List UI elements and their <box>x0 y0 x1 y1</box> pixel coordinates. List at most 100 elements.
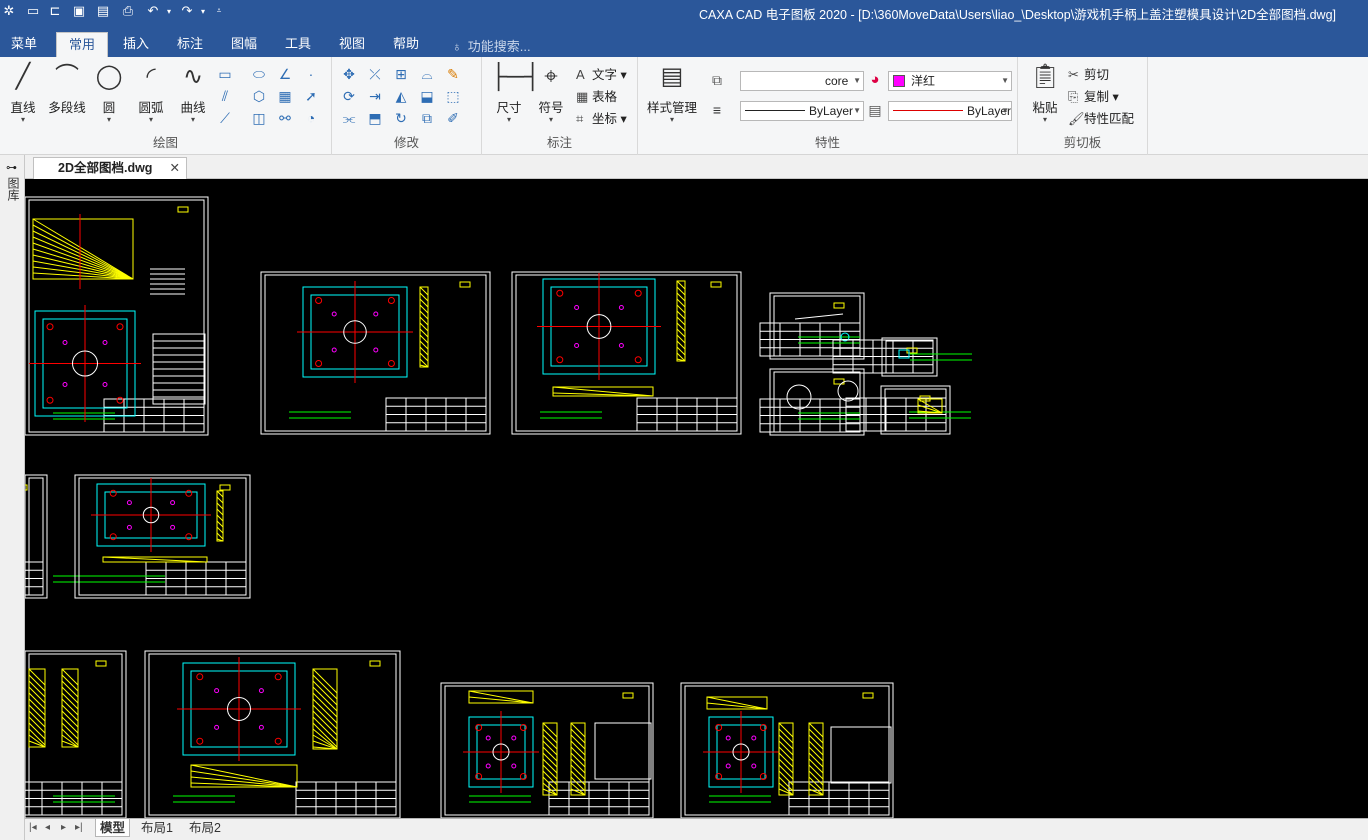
hatch-line <box>542 734 558 750</box>
first-layout-icon[interactable]: |◂ <box>29 822 37 833</box>
sheet-part-a <box>769 292 865 360</box>
polygon-icon[interactable]: ⬡ <box>250 87 268 105</box>
new-file-icon[interactable]: ▭ <box>24 2 42 20</box>
trim-icon[interactable]: ⤫ <box>366 65 384 83</box>
table-button[interactable]: ▦ 表格 <box>576 86 617 105</box>
dimension-button[interactable]: ├─┤ 尺寸 ▾ <box>490 61 541 124</box>
brush-icon: 🖌︎ <box>1068 111 1085 126</box>
paste-dropdown-icon: ▾ <box>1042 115 1047 124</box>
arrow-pointer-icon[interactable]: ➚ <box>302 87 320 105</box>
layer-manager-icon[interactable]: ⧉ <box>708 71 726 89</box>
coordinate-button[interactable]: ⌗ 坐标 ▾ <box>576 108 627 127</box>
linetype-select[interactable]: ByLayer ▼ <box>740 101 864 121</box>
tab-sheet[interactable]: 图幅 <box>220 32 268 57</box>
point-icon[interactable]: · <box>302 65 320 83</box>
save-icon[interactable]: ▣ <box>70 2 88 20</box>
tab-common[interactable]: 常用 <box>56 32 108 57</box>
explode-icon[interactable]: ⬚ <box>444 87 462 105</box>
polyline-button[interactable]: ⌒ 多段线 <box>44 61 90 116</box>
tab-view[interactable]: 视图 <box>328 32 376 57</box>
pin-icon[interactable]: ⊶ <box>6 161 17 174</box>
array-icon[interactable]: ⊞ <box>392 65 410 83</box>
close-icon[interactable]: ✕ <box>170 158 180 178</box>
chamfer-icon[interactable]: ⌓ <box>418 65 436 83</box>
document-tab[interactable]: 2D全部图档.dwg ✕ <box>33 157 187 179</box>
line-icon: ╱ <box>15 63 31 90</box>
block-icon[interactable]: ◫ <box>250 109 268 127</box>
curve-button[interactable]: ∿ 曲线 ▾ <box>176 61 210 124</box>
line-button[interactable]: ╱ 直线 ▾ <box>6 61 40 124</box>
layout-tab-2[interactable]: 布局2 <box>185 819 225 837</box>
clipboard-group: 📋︎ 粘贴 ▾ ✂ 剪切 ⎘ 复制 ▾ 🖌︎特性匹配 剪切板 <box>1018 57 1148 155</box>
parallel-line-icon[interactable]: ⫽ <box>216 87 234 105</box>
customize-icon[interactable]: ⩡ <box>210 2 228 20</box>
angle-line-icon[interactable]: ∠ <box>276 65 294 83</box>
roughness-symbol <box>862 692 874 699</box>
color-wheel-icon[interactable]: ◕ <box>866 71 884 89</box>
undo-dropdown-icon[interactable]: ▾ <box>160 2 178 20</box>
scale-icon[interactable]: ⬓ <box>418 87 436 105</box>
library-panel-tab[interactable]: 图库 <box>5 177 22 201</box>
break-icon[interactable]: ⧉ <box>418 109 436 127</box>
copy-button[interactable]: ⎘ 复制 ▾ <box>1068 86 1119 105</box>
spline-icon[interactable]: ⚯ <box>276 109 294 127</box>
prev-layout-icon[interactable]: ◂ <box>45 822 50 833</box>
color-select[interactable]: 洋红 ▼ <box>888 71 1012 91</box>
next-layout-icon[interactable]: ▸ <box>61 822 66 833</box>
cad-hole <box>387 360 395 367</box>
function-search[interactable]: ♁ 功能搜索... <box>452 36 531 55</box>
circle-button[interactable]: ◯ 圆 ▾ <box>92 61 126 124</box>
fill-icon[interactable]: ◔ <box>302 109 320 127</box>
match-properties-button[interactable]: 🖌︎特性匹配 <box>1068 108 1134 127</box>
copy-icon: ⎘ <box>1068 89 1079 104</box>
erase-icon[interactable]: ✎ <box>444 65 462 83</box>
hatch-line <box>778 764 794 780</box>
move-icon[interactable]: ✥ <box>340 65 358 83</box>
tab-help[interactable]: 帮助 <box>382 32 430 57</box>
text-button[interactable]: A 文字 ▾ <box>576 64 627 83</box>
cad-hole <box>556 289 564 297</box>
tab-annotate[interactable]: 标注 <box>166 32 214 57</box>
hatch-line <box>570 752 586 768</box>
rotate-icon[interactable]: ↻ <box>392 109 410 127</box>
print-icon[interactable]: ⎙ <box>119 2 137 20</box>
arc-button[interactable]: ◜ 圆弧 ▾ <box>134 61 168 124</box>
drawing-canvas[interactable] <box>25 179 1368 818</box>
color-dropdown-icon: ▼ <box>1001 76 1009 85</box>
open-file-icon[interactable]: ⊏ <box>46 2 64 20</box>
app-logo-icon[interactable]: ✲ <box>0 2 18 20</box>
hatch-icon[interactable]: ▦ <box>276 87 294 105</box>
layout-tab-1[interactable]: 布局1 <box>137 819 177 837</box>
extend-icon[interactable]: ⇥ <box>366 87 384 105</box>
window-title: CAXA CAD 电子图板 2020 - [D:\360MoveData\Use… <box>699 8 1336 22</box>
lineweight-list-icon[interactable]: ≡ <box>708 101 726 119</box>
hatch-line <box>216 520 224 528</box>
tab-insert[interactable]: 插入 <box>112 32 160 57</box>
cad-hole <box>387 297 395 304</box>
roughness-symbol <box>622 692 634 699</box>
centerline-icon[interactable]: ⟋ <box>216 109 234 127</box>
offset-icon[interactable]: ⫘ <box>340 109 358 127</box>
last-layout-icon[interactable]: ▸| <box>75 822 83 833</box>
layer-select[interactable]: core ▼ <box>740 71 864 91</box>
linestyle-icon[interactable]: ▤ <box>866 101 884 119</box>
cad-hole <box>786 384 812 410</box>
paste-button[interactable]: 📋︎ 粘贴 ▾ <box>1028 61 1062 124</box>
style-manager-button[interactable]: ▤ 样式管理 ▾ <box>644 61 700 124</box>
symbol-button[interactable]: ⌖ 符号 ▾ <box>532 61 570 124</box>
hatch-line <box>216 490 224 498</box>
tab-tools[interactable]: 工具 <box>274 32 322 57</box>
rectangle-icon[interactable]: ▭ <box>216 65 234 83</box>
copy-rotate-icon[interactable]: ⟳ <box>340 87 358 105</box>
mirror-icon[interactable]: ◭ <box>392 87 410 105</box>
layout-tab-model[interactable]: 模型 <box>95 819 131 837</box>
ellipse-icon[interactable]: ⬭ <box>250 65 268 83</box>
edit-icon[interactable]: ✐ <box>444 109 462 127</box>
stretch-icon[interactable]: ⬒ <box>366 109 384 127</box>
cad-hole <box>511 763 517 769</box>
save-as-icon[interactable]: ▤ <box>94 2 112 20</box>
cad-hole <box>258 724 264 730</box>
cut-button[interactable]: ✂ 剪切 <box>1068 64 1109 83</box>
lineweight-select[interactable]: ByLayer ▼ <box>888 101 1012 121</box>
tab-menu[interactable]: 菜单 <box>0 32 48 57</box>
